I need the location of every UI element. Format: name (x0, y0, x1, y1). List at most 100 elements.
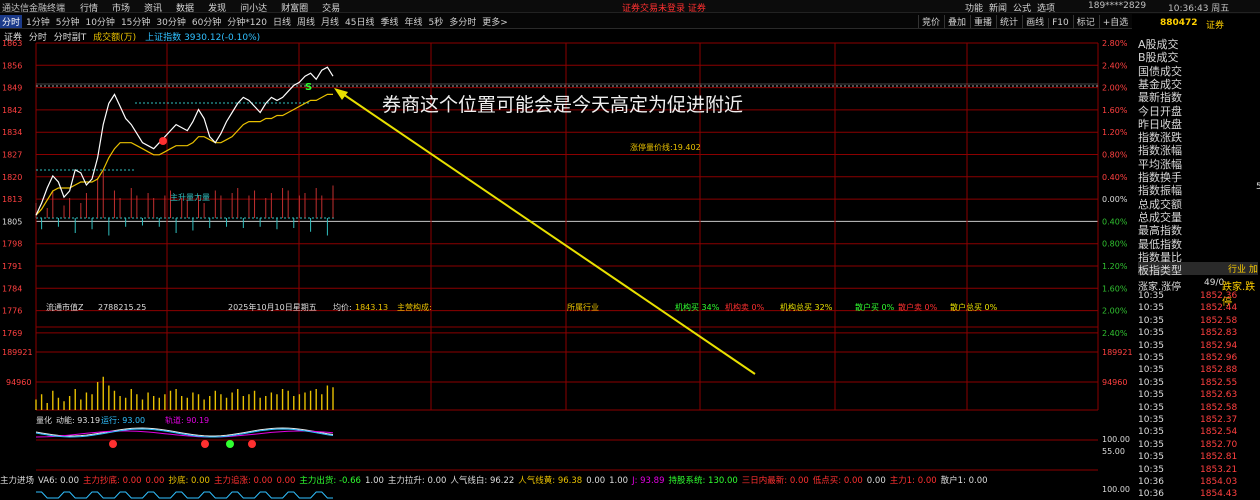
tick-time: 10:35 (1138, 377, 1164, 388)
indicator-signal (109, 440, 117, 448)
toolbar-button-6[interactable]: 标记 (1072, 15, 1098, 28)
quote-row-1: B股成交 (1138, 51, 1179, 65)
period-tab-5[interactable]: 30分钟 (154, 15, 187, 28)
period-tab-12[interactable]: 季线 (378, 15, 400, 28)
toolbar-button-3[interactable]: 统计 (996, 15, 1021, 28)
bottom-item-14: J: 93.89 (632, 476, 665, 486)
trade-date: 2025年10月10日星期五 (228, 302, 317, 312)
period-tab-6[interactable]: 60分钟 (190, 15, 223, 28)
toolbar-button-2[interactable]: 重播 (970, 15, 995, 28)
tick-row: 10:35 1852.37 (1138, 415, 1237, 425)
period-tab-16[interactable]: 更多> (480, 15, 510, 28)
annotation-arrowhead (334, 88, 348, 100)
retail-buy: 散户买 0% (855, 302, 895, 312)
tick-row: 10:35 1852.54 (1138, 427, 1237, 438)
bottom-item-0: 主力进场 (0, 476, 35, 486)
tick-value: 1854.43 (1200, 489, 1238, 500)
pct-label: 0.80% (1102, 151, 1128, 160)
tick-value: 1852.37 (1200, 415, 1238, 425)
price-label: 1791 (2, 262, 22, 271)
period-tab-4[interactable]: 15分钟 (119, 15, 152, 28)
period-tab-10[interactable]: 月线 (319, 15, 341, 28)
bottom-item-7: 主力出货: -0.66 (299, 476, 361, 486)
quote-row-6: 昨日收盘 (1138, 117, 1182, 131)
vol-axis-label: 94960 (6, 378, 31, 387)
tick-time: 10:35 (1138, 439, 1164, 450)
toolbar-button-5[interactable]: F10 (1048, 18, 1072, 28)
price-label: 1805 (2, 217, 22, 226)
board-type-value: 行业 加 (1228, 265, 1258, 276)
pct-label: 0.40% (1102, 173, 1128, 182)
pct-label: 2.00% (1102, 84, 1128, 93)
period-tab-2[interactable]: 5分钟 (54, 15, 82, 28)
bottom-axis-label: 100.00 (1102, 485, 1130, 494)
pct-label: 0.00% (1102, 195, 1128, 204)
price-label: 1776 (2, 307, 22, 316)
tick-time: 10:35 (1138, 353, 1164, 363)
price-label: 1834 (2, 128, 22, 137)
tick-time: 10:35 (1138, 427, 1164, 438)
limit-line-label: 涨停量价线:19.402 (630, 142, 701, 152)
tick-row: 10:36 1854.03 (1138, 477, 1237, 487)
signal-b-marker (159, 137, 167, 145)
bottom-item-16: 三日内最新: 0.00 (741, 476, 809, 486)
tick-time: 10:35 (1138, 464, 1164, 475)
toolbar-button-1[interactable]: 叠加 (944, 15, 969, 28)
quote-row-value: 5 (1256, 182, 1260, 193)
period-tab-0[interactable]: 分时 (0, 15, 23, 28)
quote-row-8: 指数涨幅 (1138, 144, 1182, 158)
tick-time: 10:35 (1138, 315, 1164, 326)
tick-time: 10:35 (1138, 291, 1164, 301)
indicator-axis: 55.00 (1102, 447, 1125, 456)
toolbar-button-4[interactable]: 画线 (1022, 15, 1047, 28)
period-tab-7[interactable]: 分钟*120 (225, 15, 269, 28)
avg-value: 1843.13 (355, 303, 388, 312)
board-name: 证券 (1206, 21, 1225, 31)
pct-label: 1.60% (1102, 284, 1128, 293)
bottom-item-18: 0.00 (866, 476, 886, 486)
period-tab-13[interactable]: 年线 (403, 15, 425, 28)
quote-row-12: 总成交额 (1138, 197, 1182, 211)
industry-label: 所属行业 (567, 302, 599, 312)
bottom-item-10: 人气线白: 96.22 (450, 476, 515, 486)
quote-row-15: 最低指数 (1138, 237, 1182, 251)
tick-value: 1852.55 (1200, 377, 1238, 388)
indicator-l1: 动能: 93.19 (56, 415, 100, 425)
user-account[interactable]: 189****2829 (1088, 1, 1146, 11)
tick-time: 10:35 (1138, 415, 1164, 425)
signal-s-marker: S (305, 82, 312, 93)
toolbar-button-0[interactable]: 竞价 (918, 15, 943, 28)
inst-total: 机构总买 32% (780, 302, 833, 312)
period-tab-14[interactable]: 5秒 (427, 15, 446, 28)
tick-value: 1852.81 (1200, 452, 1238, 463)
price-label: 1863 (2, 39, 22, 48)
tick-row: 10:35 1852.83 (1138, 328, 1237, 339)
tick-time: 10:35 (1138, 452, 1164, 463)
quote-row-0: A股成交 (1138, 38, 1179, 51)
quote-row-2: 国债成交 (1138, 64, 1182, 78)
tick-row: 10:35 1852.63 (1138, 390, 1237, 400)
period-tab-15[interactable]: 多分时 (447, 15, 478, 28)
toolbar-button-7[interactable]: +自选 (1098, 15, 1132, 28)
tick-value: 1853.21 (1200, 464, 1238, 475)
chart-toolbar: 竞价叠加重播统计画线F10标记+自选返回 (918, 15, 1158, 28)
period-tab-3[interactable]: 10分钟 (83, 15, 116, 28)
pct-label: 2.40% (1102, 329, 1128, 338)
tick-value: 1852.44 (1200, 303, 1238, 314)
period-tab-1[interactable]: 1分钟 (24, 15, 52, 28)
bottom-item-3: 0.00 (145, 476, 165, 486)
tick-row: 10:35 1852.70 (1138, 439, 1237, 450)
bottom-wave (36, 491, 333, 499)
period-tab-11[interactable]: 45日线 (343, 15, 376, 28)
vol-axis-label-r: 94960 (1102, 378, 1127, 387)
period-tab-8[interactable]: 日线 (271, 15, 293, 28)
annotation-text: 券商这个位置可能会是今天高定为促进附近 (382, 94, 744, 116)
quote-row-4: 最新指数 (1138, 91, 1182, 105)
pct-label: 2.00% (1102, 307, 1128, 316)
price-label: 1769 (2, 329, 22, 338)
inst-buy: 机构买 34% (675, 302, 720, 312)
tick-time: 10:35 (1138, 328, 1164, 339)
tick-value: 1852.54 (1200, 427, 1238, 438)
period-tab-9[interactable]: 周线 (295, 15, 317, 28)
quote-row-10: 指数换手 (1138, 171, 1182, 184)
